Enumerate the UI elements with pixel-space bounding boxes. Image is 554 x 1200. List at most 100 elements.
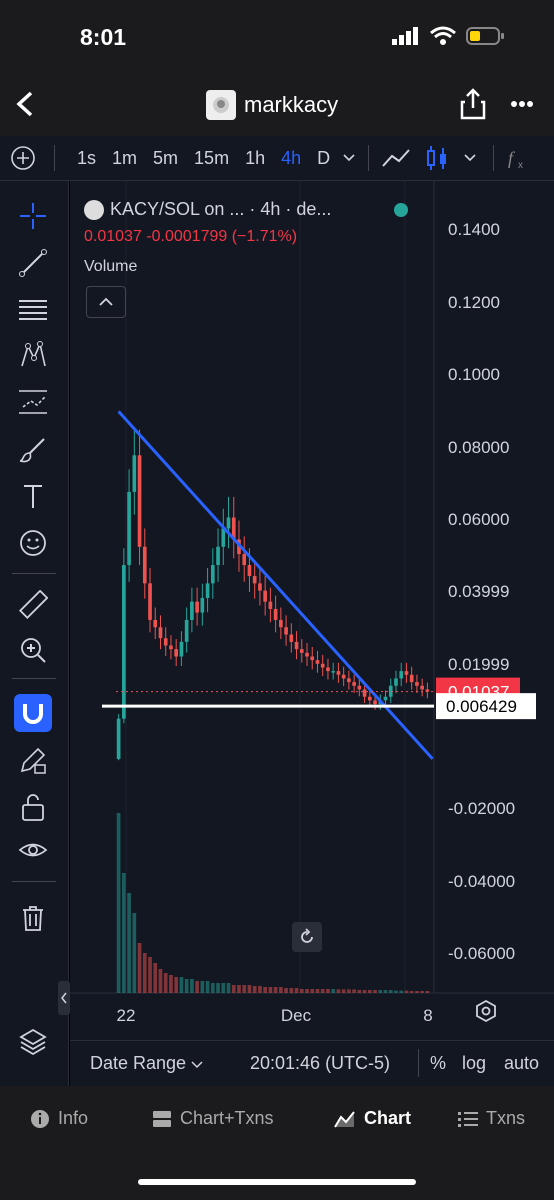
lock-drawing-tool[interactable] <box>14 741 52 779</box>
header-title[interactable]: markkacy <box>206 90 338 120</box>
volume-bar <box>341 989 346 993</box>
auto-toggle[interactable]: auto <box>504 1053 539 1074</box>
trendline-tool[interactable] <box>14 244 52 282</box>
price-axis-label: -0.06000 <box>448 944 515 963</box>
tab-txns-label: Txns <box>486 1108 526 1128</box>
candle-body <box>305 652 309 657</box>
volume-bar <box>153 963 158 993</box>
candle-body <box>116 718 121 759</box>
volume-bar <box>362 990 367 993</box>
chart-bottom-bar: Date Range 20:01:46 (UTC-5) % log auto <box>70 1040 554 1087</box>
chart-settings-button[interactable] <box>474 999 498 1028</box>
visibility-tool[interactable] <box>14 833 52 871</box>
indicators-icon[interactable]: fx <box>506 145 532 171</box>
candle-body <box>148 583 152 620</box>
time-axis-label: 22 <box>117 1006 136 1025</box>
layers-icon <box>19 1028 47 1056</box>
sidebar-collapse-handle[interactable] <box>58 981 70 1015</box>
candle-body <box>122 565 126 719</box>
candle-body <box>195 601 199 613</box>
fib-tool[interactable] <box>14 291 52 329</box>
price-axis-label: 0.08000 <box>448 438 509 457</box>
market-status-dot <box>394 203 408 217</box>
legend-values: 0.01037 -0.0001799 (−1.71%) <box>84 228 297 246</box>
volume-bar <box>310 989 315 993</box>
percent-toggle[interactable]: % <box>430 1053 446 1074</box>
chart-type-chevron-down-icon[interactable] <box>463 153 477 163</box>
date-range-label: Date Range <box>90 1053 187 1073</box>
candle-body <box>200 597 205 613</box>
timeframe-15m[interactable]: 15m <box>186 148 237 169</box>
timeframe-5m[interactable]: 5m <box>145 148 186 169</box>
symbol-title: KACY/SOL on ... · 4h · de... <box>110 199 332 219</box>
ruler-tool[interactable] <box>14 586 52 624</box>
candle-body <box>221 528 226 547</box>
text-tool[interactable] <box>14 477 52 515</box>
volume-bar <box>195 981 199 993</box>
timeframe-d[interactable]: D <box>309 148 338 169</box>
candle-body <box>367 696 372 701</box>
timeframe-chevron-down-icon[interactable] <box>342 153 356 163</box>
pattern-tool[interactable] <box>14 336 52 374</box>
volume-bar <box>336 989 341 993</box>
legend-collapse-button[interactable] <box>86 286 126 318</box>
brush-tool[interactable] <box>14 431 52 469</box>
volume-bar <box>378 990 383 993</box>
volume-bar <box>347 989 351 993</box>
line-chart-icon[interactable] <box>381 147 411 169</box>
line-price-tag: 0.006429 <box>446 697 517 716</box>
timeframe-1s[interactable]: 1s <box>69 148 104 169</box>
candle-body <box>142 546 147 584</box>
timeframe-1h[interactable]: 1h <box>237 148 273 169</box>
chart-area[interactable]: 0.1400 0.1200 0.1000 0.08000 0.06000 0.03999 0… <box>70 181 554 1086</box>
more-icon[interactable] <box>510 100 534 108</box>
unlock-tool[interactable] <box>14 788 52 826</box>
list-icon <box>458 1111 478 1127</box>
timeframe-4h[interactable]: 4h <box>273 148 309 169</box>
price-chart[interactable]: 0.1400 0.1200 0.1000 0.08000 0.06000 0.03999 0… <box>70 181 554 1040</box>
crosshair-tool[interactable] <box>14 197 52 235</box>
volume-bar <box>127 893 131 993</box>
tab-chart-txns[interactable]: Chart+Txns <box>152 1108 274 1129</box>
date-range-button[interactable]: Date Range <box>90 1053 203 1074</box>
volume-bar <box>373 990 377 993</box>
volume-bar <box>409 991 414 993</box>
candle-body <box>190 601 194 620</box>
emoji-tool[interactable] <box>14 524 52 562</box>
horizontal-lines-icon <box>19 300 47 320</box>
delete-tool[interactable] <box>14 899 52 937</box>
candles-icon[interactable] <box>425 145 449 171</box>
price-axis-label: 0.1000 <box>448 365 500 384</box>
candle-body <box>420 685 424 690</box>
zoom-tool[interactable] <box>14 631 52 669</box>
add-icon[interactable] <box>10 145 36 171</box>
volume-bar <box>231 985 236 993</box>
layers-tool[interactable] <box>14 1023 52 1061</box>
info-icon <box>31 1109 49 1128</box>
chevron-left-icon <box>61 992 67 1004</box>
volume-bar <box>299 989 304 993</box>
magnet-tool[interactable] <box>14 694 52 732</box>
clock-readout[interactable]: 20:01:46 (UTC-5) <box>250 1053 390 1074</box>
brush-icon <box>19 438 45 463</box>
prediction-tool[interactable] <box>14 383 52 421</box>
volume-bar <box>174 977 179 993</box>
log-toggle[interactable]: log <box>462 1053 486 1074</box>
candle-body <box>299 649 304 653</box>
volume-bar <box>388 990 393 993</box>
tab-info[interactable]: Info <box>30 1108 88 1129</box>
candle-body <box>169 645 173 650</box>
tab-chart[interactable]: Chart <box>334 1108 411 1129</box>
share-icon[interactable] <box>460 88 486 120</box>
reset-chart-button[interactable] <box>292 922 322 952</box>
price-axis-label: 0.06000 <box>448 510 509 529</box>
candle-body <box>383 696 388 701</box>
volume-bar <box>247 985 252 993</box>
volume-bar <box>216 983 220 993</box>
timeframe-1m[interactable]: 1m <box>104 148 145 169</box>
back-icon[interactable] <box>14 90 36 118</box>
symbol-legend[interactable]: KACY/SOL on ... · 4h · de... <box>84 199 332 221</box>
volume-bar <box>305 989 309 993</box>
tab-txns[interactable]: Txns <box>458 1108 525 1129</box>
candle-body <box>404 671 409 675</box>
